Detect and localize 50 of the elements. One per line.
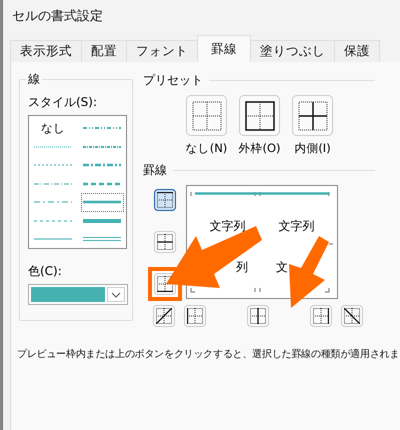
preset-label: 内側(I) [294,141,331,156]
preset-button[interactable] [239,95,280,136]
border-icon [313,308,329,324]
border-icon [187,308,203,324]
sample-text: 列 [236,259,248,276]
chevron-down-icon [111,292,121,298]
sample-text: 文字列 [210,218,246,235]
line-sample [83,162,122,168]
border-icon [157,234,173,250]
sample-text: 文 [276,259,288,276]
line-sample [34,236,72,242]
line-sample [34,199,72,206]
description-text: プレビュー枠内または上のボタンをクリックすると、選択した罫線の種類が適用されま [17,348,400,361]
line-sample [83,144,122,150]
tab[interactable]: 表示形式 [10,40,82,62]
style-option[interactable]: なし [31,119,74,138]
line-sample [34,218,72,224]
color-dropdown[interactable] [28,284,128,305]
dropdown-button[interactable] [107,287,125,302]
preset-label: 外枠(O) [238,141,281,156]
style-label: スタイル(S): [28,94,98,111]
line-sample [34,144,72,150]
border-icon [344,308,360,324]
preset-button[interactable] [186,95,227,136]
border-button[interactable] [154,189,176,211]
window-title: セルの書式設定 [12,8,103,25]
border-grid-icon [244,100,274,130]
border-grid-icon [298,100,328,130]
section-title: プリセット [143,72,203,89]
preset-button[interactable] [292,95,333,136]
line-sample [83,125,122,132]
color-label: 色(C): [28,263,63,280]
line-sample [34,162,72,168]
line-sample [83,199,122,206]
line-sample [83,236,122,242]
line-sample [34,180,72,187]
sample-text: 文字列 [278,218,314,235]
border-icon [157,276,173,292]
line-sample [83,180,122,187]
style-list[interactable]: なし [28,115,127,249]
tab[interactable]: 罫線 [197,35,251,62]
line-sample [83,218,122,224]
line-style-option[interactable] [80,193,124,212]
border-icon [157,192,173,208]
border-grid-icon [192,100,222,130]
tab[interactable]: 保護 [334,40,380,62]
border-icon [250,308,266,324]
section-title: 罫線 [143,162,167,179]
border-icon [156,308,172,324]
preset-label: なし(N) [186,141,228,156]
